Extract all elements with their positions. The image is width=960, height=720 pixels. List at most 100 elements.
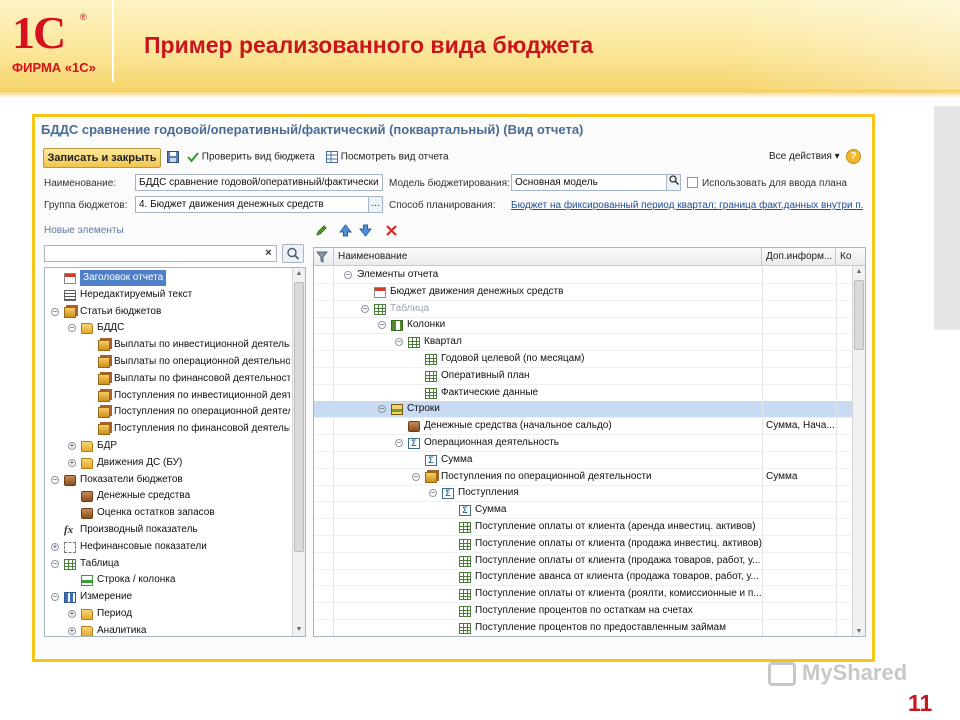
grid-row[interactable]: − Строки [314,401,852,419]
grid-cell-info[interactable] [762,569,836,586]
grid-cell-info[interactable] [762,334,836,351]
grid-cell-ko[interactable] [836,384,852,401]
scroll-thumb[interactable] [854,280,864,350]
grid-cell-info[interactable]: Сумма [762,468,836,485]
grid-cell-ko[interactable] [836,603,852,619]
grid-row[interactable]: Поступление процентов по предоставленным… [314,619,852,636]
grid-row[interactable]: Поступление оплаты от клиента (продажа и… [314,535,852,553]
column-header-ko[interactable]: Ко [836,248,865,266]
grid-cell-info[interactable] [762,267,836,283]
grid-cell-ko[interactable] [836,351,852,367]
collapse-icon[interactable]: − [395,338,403,347]
tree-item[interactable]: − Измерение [45,589,290,606]
grid-row[interactable]: − Таблица [314,300,852,318]
grid-row[interactable]: Поступление оплаты от клиента (роялти, к… [314,586,852,604]
expand-icon[interactable]: + [68,610,76,618]
column-header-name[interactable]: Наименование [334,248,762,266]
grid-cell-info[interactable] [762,384,836,401]
tree-item[interactable]: − БДДС [45,320,290,337]
elements-tree[interactable]: Заголовок отчета Нередактируемый текст − Ст… [44,267,306,637]
grid-cell-info[interactable] [762,401,836,418]
grid-cell-info[interactable] [762,586,836,603]
collapse-icon[interactable]: − [51,475,59,484]
clear-icon[interactable]: × [262,247,275,260]
grid-cell-info[interactable] [762,485,836,502]
grid-cell-ko[interactable] [836,468,852,485]
use-plan-checkbox[interactable] [687,177,698,188]
grid-cell-ko[interactable] [836,435,852,451]
collapse-icon[interactable]: − [378,321,386,330]
grid-cell-info[interactable] [762,603,836,619]
collapse-icon[interactable]: − [395,439,403,447]
tree-item[interactable]: Выплаты по инвестиционной деятельности [45,337,290,354]
tree-item[interactable]: − Показатели бюджетов [45,472,290,489]
scroll-down-icon[interactable]: ▼ [293,624,305,636]
grid-cell-ko[interactable] [836,334,852,351]
grid-cell-ko[interactable] [836,317,852,334]
name-input[interactable]: БДДС сравнение годовой/оперативный/факти… [135,174,383,191]
collapse-icon[interactable]: − [51,559,59,568]
help-button[interactable]: ? [846,149,861,164]
elements-search-input[interactable]: × [44,245,277,262]
tree-item[interactable]: + Аналитика [45,623,290,636]
scroll-down-icon[interactable]: ▼ [853,626,865,636]
collapse-icon[interactable]: − [68,324,76,333]
grid-cell-info[interactable] [762,552,836,569]
grid-cell-ko[interactable] [836,300,852,317]
tree-item[interactable]: Оценка остатков запасов [45,505,290,522]
grid-cell-info[interactable] [762,451,836,468]
grid-cell-ko[interactable] [836,451,852,468]
move-up-icon[interactable] [339,224,352,237]
grid-cell-info[interactable] [762,619,836,636]
planning-link[interactable]: Бюджет на фиксированный период квартал; … [511,200,863,211]
tree-item[interactable]: − Статьи бюджетов [45,304,290,321]
grid-cell-info[interactable] [762,300,836,317]
grid-row[interactable]: − Σ Поступления [314,485,852,503]
grid-cell-ko[interactable] [836,283,852,300]
all-actions-menu[interactable]: Все действия ▾ [769,151,840,162]
collapse-icon[interactable]: − [344,271,352,279]
grid-row[interactable]: Фактические данные [314,384,852,402]
group-field[interactable]: 4. Бюджет движения денежных средств ... [135,196,383,213]
expand-icon[interactable]: + [68,626,76,635]
grid-row[interactable]: Поступление аванса от клиента (продажа т… [314,569,852,587]
grid-cell-ko[interactable] [836,569,852,586]
grid-row[interactable]: Поступление оплаты от клиента (аренда ин… [314,519,852,536]
grid-cell-info[interactable] [762,502,836,519]
collapse-icon[interactable]: − [429,489,437,498]
elements-search-button[interactable] [282,244,304,263]
grid-cell-ko[interactable] [836,619,852,636]
tree-item[interactable]: Денежные средства [45,488,290,505]
grid-cell-info[interactable] [762,283,836,300]
grid-cell-info[interactable] [762,535,836,552]
tree-item[interactable]: Поступления по операционной деятельности [45,404,290,421]
grid-cell-info[interactable] [762,435,836,451]
check-budget-view-button[interactable]: Проверить вид бюджета [187,151,315,163]
expand-icon[interactable]: + [68,442,76,450]
tree-item[interactable]: Выплаты по финансовой деятельности [45,371,290,388]
grid-cell-info[interactable] [762,367,836,384]
grid-row[interactable]: Бюджет движения денежных средств [314,283,852,301]
tree-item[interactable]: + Период [45,606,290,623]
scroll-up-icon[interactable]: ▲ [853,266,865,278]
collapse-icon[interactable]: − [378,405,386,414]
delete-icon[interactable] [385,224,398,237]
group-select-button[interactable]: ... [368,197,382,212]
column-header-info[interactable]: Доп.информ... [762,248,836,266]
grid-row[interactable]: − Поступления по операционной деятельност… [314,468,852,486]
model-field[interactable]: Основная модель [511,174,681,191]
grid-cell-ko[interactable] [836,586,852,603]
expand-icon[interactable]: + [51,542,59,551]
grid-row[interactable]: − Колонки [314,317,852,335]
grid-row[interactable]: Денежные средства (начальное сальдо) Сумм… [314,418,852,436]
grid-row[interactable]: Σ Сумма [314,451,852,469]
grid-row[interactable]: Поступление оплаты от клиента (продажа т… [314,552,852,570]
tree-item[interactable]: Поступления по инвестиционной деятельнос… [45,388,290,405]
collapse-icon[interactable]: − [412,472,420,481]
scroll-thumb[interactable] [294,282,304,552]
grid-cell-ko[interactable] [836,401,852,418]
grid-row[interactable]: Оперативный план [314,367,852,385]
report-structure-grid[interactable]: Наименование Доп.информ... Ко − Элементы … [313,247,866,637]
grid-row[interactable]: − Σ Операционная деятельность [314,435,852,452]
grid-cell-ko[interactable] [836,552,852,569]
